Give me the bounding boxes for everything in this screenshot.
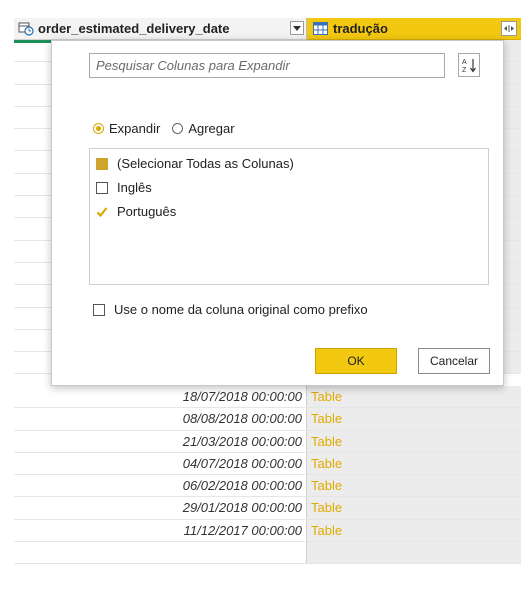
list-item-select-all[interactable]: (Selecionar Todas as Colunas) [96,156,294,171]
prefix-option[interactable]: Use o nome da coluna original como prefi… [93,302,368,317]
table-row[interactable]: 04/07/2018 00:00:00 Table [14,452,521,476]
expand-radio[interactable] [93,123,104,134]
ok-button[interactable]: OK [315,348,397,374]
table-link-cell[interactable]: Table [307,475,521,497]
date-cell[interactable]: 06/02/2018 00:00:00 [14,475,307,497]
portugues-checkbox[interactable] [96,206,108,218]
cancel-button[interactable]: Cancelar [418,348,490,374]
table-link-cell[interactable]: Table [307,452,521,475]
column-header-traducao[interactable]: tradução [307,18,521,40]
table-row-partial [14,542,521,565]
ingles-checkbox[interactable] [96,181,108,194]
list-item-label: Inglês [117,180,152,195]
table-row[interactable]: 06/02/2018 00:00:00 Table [14,475,521,498]
columns-list: (Selecionar Todas as Colunas) Inglês Por… [89,148,489,285]
table-row[interactable]: 18/07/2018 00:00:00 Table [14,386,521,409]
aggregate-radio[interactable] [172,123,184,134]
table-link-cell[interactable]: Table [307,408,521,430]
sort-az-button[interactable]: A Z [458,53,480,77]
column-header-order-estimated-delivery-date[interactable]: order_estimated_delivery_date [14,18,307,40]
table-row[interactable]: 11/12/2017 00:00:00 Table [14,519,521,543]
table-link-cell[interactable]: Table [307,497,521,519]
svg-text:A: A [462,59,467,66]
table-link-cell[interactable]: Table [307,430,521,452]
date-cell[interactable]: 18/07/2018 00:00:00 [14,386,307,408]
table-type-icon[interactable] [313,22,329,36]
column-header-label: order_estimated_delivery_date [38,21,230,36]
aggregate-radio-label[interactable]: Agregar [188,121,234,136]
table-row[interactable]: 29/01/2018 00:00:00 Table [14,497,521,520]
table-row[interactable]: 21/03/2018 00:00:00 Table [14,430,521,453]
column-header-label: tradução [333,21,388,36]
date-cell[interactable]: 21/03/2018 00:00:00 [14,430,307,452]
prefix-label: Use o nome da coluna original como prefi… [114,302,368,317]
search-columns-input[interactable] [89,53,445,78]
table-link-cell[interactable]: Table [307,386,521,408]
svg-text:Z: Z [462,67,467,73]
table-row[interactable]: 08/08/2018 00:00:00 Table [14,408,521,431]
date-cell[interactable]: 29/01/2018 00:00:00 [14,497,307,519]
mode-radio-group: Expandir Agregar [93,121,247,136]
date-cell[interactable]: 08/08/2018 00:00:00 [14,408,307,430]
chevron-down-icon [293,25,301,31]
expand-column-button[interactable] [501,21,517,36]
select-all-checkbox[interactable] [96,157,108,170]
expand-radio-label[interactable]: Expandir [109,121,160,136]
table-link-cell[interactable]: Table [307,519,521,542]
list-item-label: (Selecionar Todas as Colunas) [117,156,294,171]
date-cell[interactable]: 04/07/2018 00:00:00 [14,452,307,475]
expand-columns-popup: A Z Expandir Agregar (Selecionar Todas a… [51,40,504,386]
date-cell[interactable]: 11/12/2017 00:00:00 [14,519,307,542]
prefix-checkbox[interactable] [93,303,105,316]
column-filter-dropdown-button[interactable] [290,21,304,35]
list-item-ingles[interactable]: Inglês [96,180,152,195]
checkmark-icon [96,206,108,217]
list-item-label: Português [117,204,177,219]
sort-az-icon: A Z [462,59,476,73]
expand-icon [504,25,514,32]
list-item-portugues[interactable]: Português [96,204,176,219]
datetime-type-icon[interactable] [18,22,34,36]
